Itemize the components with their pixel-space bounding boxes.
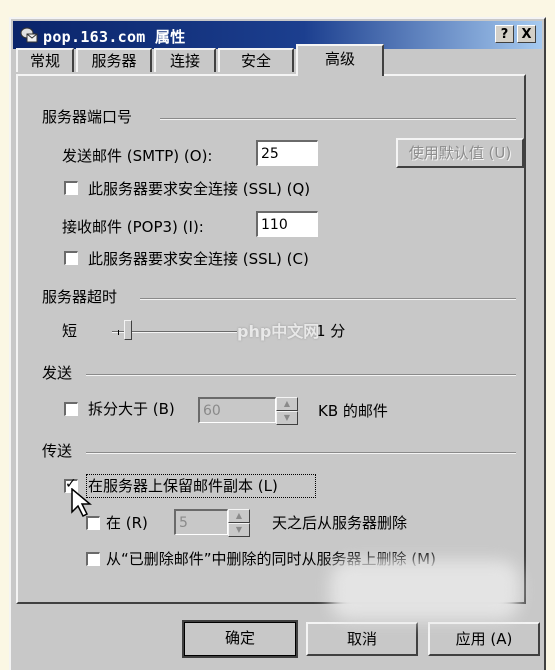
send-group-divider [86, 374, 516, 376]
pop3-ssl-label: 此服务器要求安全连接 (SSL) (C) [88, 250, 309, 268]
close-button[interactable]: X [517, 25, 536, 43]
help-button[interactable]: ? [495, 25, 514, 43]
smtp-port-input[interactable]: 25 [256, 140, 318, 166]
split-size-input[interactable]: 60 [198, 397, 276, 423]
blur-overlay [330, 560, 520, 620]
ports-group-title: 服务器端口号 [42, 106, 139, 127]
ok-button[interactable]: 确定 [182, 620, 298, 658]
mail-account-icon [20, 27, 38, 43]
tab-general[interactable]: 常规 [16, 48, 74, 72]
split-size-spinner[interactable]: ▲ ▼ [276, 397, 298, 425]
timeout-group-divider [140, 298, 516, 300]
smtp-ssl-checkbox[interactable] [64, 181, 78, 195]
remove-deleted-checkbox[interactable] [86, 552, 100, 566]
pop3-port-input[interactable]: 110 [256, 211, 318, 237]
remove-after-label: 在 (R) [106, 514, 148, 532]
window-title: pop.163.com 属性 [43, 28, 186, 46]
spin-up-icon[interactable]: ▲ [276, 397, 298, 411]
watermark-logo: php中文网 [237, 322, 320, 341]
delivery-group-divider [86, 452, 516, 454]
split-checkbox[interactable] [64, 402, 78, 416]
spin-up-icon[interactable]: ▲ [228, 509, 250, 523]
pop3-ssl-checkbox[interactable] [64, 251, 78, 265]
mouse-cursor-icon [71, 488, 92, 518]
pop3-port-label: 接收邮件 (POP3) (I): [62, 218, 204, 236]
timeout-short-label: 短 [62, 322, 78, 340]
remove-after-checkbox[interactable] [86, 516, 100, 530]
remove-days-spinner[interactable]: ▲ ▼ [228, 509, 250, 537]
keep-copy-label: 在服务器上保留邮件副本 (L) [88, 477, 278, 495]
timeout-group-title: 服务器超时 [42, 286, 124, 307]
spin-down-icon[interactable]: ▼ [228, 523, 250, 537]
ports-group-divider [160, 118, 516, 120]
title-bar[interactable]: pop.163.com 属性 ? X [13, 21, 542, 49]
slider-tick [118, 330, 119, 335]
timeout-value-label: 1 分 [316, 322, 346, 340]
use-default-button[interactable]: 使用默认值 (U) [396, 138, 524, 168]
split-unit-label: KB 的邮件 [318, 402, 388, 420]
delivery-group-title: 传送 [42, 440, 79, 461]
tab-connection[interactable]: 连接 [154, 48, 216, 72]
tab-security[interactable]: 安全 [218, 48, 294, 72]
smtp-ssl-label: 此服务器要求安全连接 (SSL) (Q) [88, 180, 311, 198]
apply-button[interactable]: 应用 (A) [428, 622, 540, 656]
smtp-port-label: 发送邮件 (SMTP) (O): [62, 147, 213, 165]
tab-advanced[interactable]: 高级 [296, 44, 384, 76]
split-label: 拆分大于 (B) [88, 400, 175, 418]
remove-days-label: 天之后从服务器删除 [272, 514, 408, 532]
send-group-title: 发送 [42, 362, 79, 383]
tab-servers[interactable]: 服务器 [76, 48, 152, 72]
timeout-slider-thumb[interactable] [124, 320, 132, 340]
spin-down-icon[interactable]: ▼ [276, 411, 298, 425]
remove-days-input[interactable]: 5 [174, 509, 228, 535]
cancel-button[interactable]: 取消 [306, 622, 418, 656]
